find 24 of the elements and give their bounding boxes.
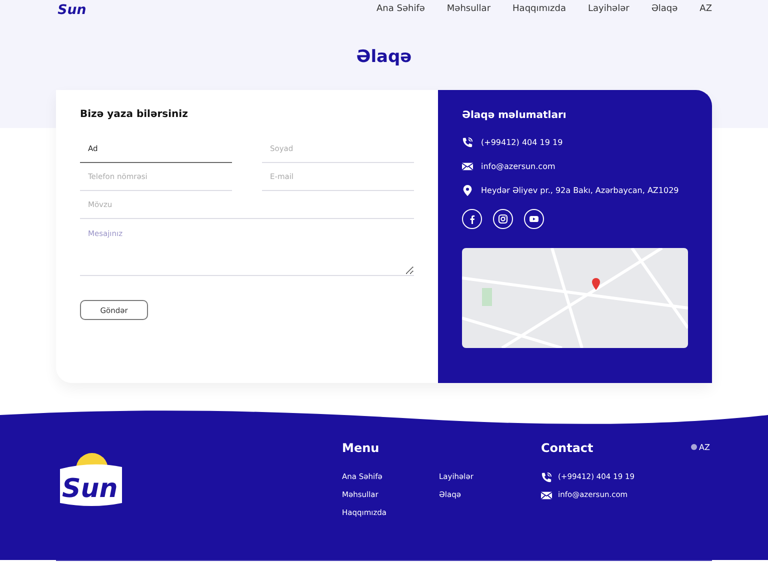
sun-logo[interactable]: Sun <box>56 1 106 17</box>
language-link[interactable]: AZ <box>699 442 710 452</box>
page-title: Əlaqə <box>355 46 413 68</box>
phone-icon <box>541 472 552 482</box>
contact-text: Heydər Əliyev pr., 92a Bakı, Azərbaycan, AZ1029 <box>481 186 679 195</box>
menu-heading: Menu <box>342 441 380 455</box>
contact-text: info@azersun.com <box>481 162 556 171</box>
nav-link[interactable]: Əlaqə <box>651 4 678 14</box>
nav-link[interactable]: Haqqımızda <box>512 4 566 14</box>
location-pin-icon <box>462 185 473 196</box>
contact-title: Əlaqə məlumatları <box>462 110 568 121</box>
form-title: Bizə yaza bilərsiniz <box>80 109 189 120</box>
envelope-icon <box>541 490 552 500</box>
contact-text: (+99412) 404 19 19 <box>481 138 563 147</box>
youtube-icon[interactable] <box>524 209 544 229</box>
instagram-icon[interactable] <box>493 209 513 229</box>
envelope-icon <box>462 161 473 172</box>
phone-icon <box>462 137 473 148</box>
language-link[interactable]: AZ <box>700 4 712 14</box>
nav-link[interactable]: Məhsullar <box>446 4 491 14</box>
facebook-icon[interactable] <box>462 209 482 229</box>
nav-link[interactable]: Layihələr <box>588 4 630 14</box>
nav-link[interactable]: Ana Səhifə <box>376 4 425 14</box>
contact-heading: Contact <box>541 441 594 455</box>
